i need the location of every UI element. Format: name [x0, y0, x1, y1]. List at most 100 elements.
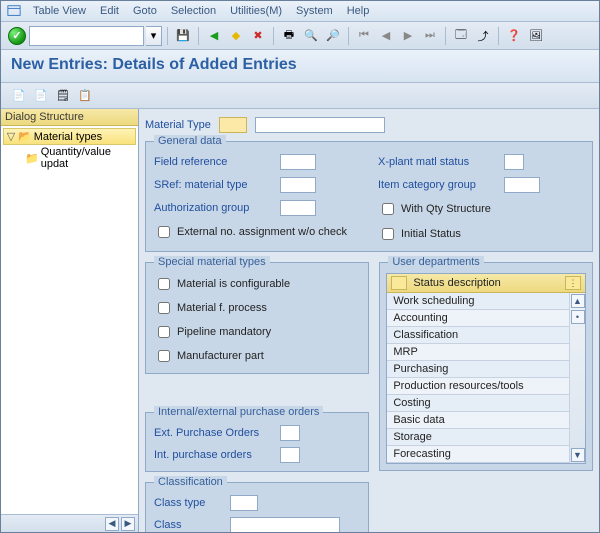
classification-group: Classification Class type Class — [145, 482, 369, 532]
command-history-dropdown[interactable]: ▾ — [146, 26, 162, 46]
material-type-desc-input[interactable] — [255, 117, 385, 133]
first-page-button[interactable]: ⏮ — [354, 26, 374, 46]
class-input[interactable] — [230, 517, 340, 532]
configurable-checkbox[interactable]: Material is configurable — [154, 275, 360, 293]
new-session-button[interactable]: 🗔 — [451, 26, 471, 46]
cancel-button[interactable]: ✖ — [248, 26, 268, 46]
cbx-label: Material f. process — [177, 302, 267, 314]
table-row[interactable]: Accounting — [387, 310, 569, 327]
menu-help[interactable]: Help — [341, 3, 376, 19]
status-description-header[interactable]: Status description — [409, 277, 504, 289]
pipeline-checkbox[interactable]: Pipeline mandatory — [154, 323, 360, 341]
print-button[interactable]: 🖶 — [279, 26, 299, 46]
table-row[interactable]: Classification — [387, 327, 569, 344]
scroll-down-button[interactable]: ▼ — [571, 448, 585, 462]
menu-goto[interactable]: Goto — [127, 3, 163, 19]
print-icon: 🖶 — [282, 29, 296, 43]
checkbox-icon[interactable] — [158, 226, 170, 238]
help-icon: ❓ — [507, 29, 521, 43]
table-row[interactable]: Forecasting — [387, 446, 569, 463]
cancel-icon: ✖ — [251, 29, 265, 43]
ext-po-input[interactable] — [280, 425, 300, 441]
check-icon — [8, 27, 26, 45]
save-button[interactable]: 💾 — [173, 26, 193, 46]
table-row[interactable]: Production resources/tools — [387, 378, 569, 395]
row-selector-header[interactable] — [391, 276, 407, 290]
tree-item-quantity-value[interactable]: Quantity/value updat — [3, 145, 136, 171]
sref-input[interactable] — [280, 177, 316, 193]
lastpage-icon: ⏭ — [423, 29, 437, 43]
field-reference-label: Field reference — [154, 156, 274, 168]
external-no-checkbox[interactable]: External no. assignment w/o check — [154, 223, 360, 241]
find-button[interactable]: 🔍 — [301, 26, 321, 46]
material-type-key-input[interactable] — [219, 117, 247, 133]
table-row[interactable]: MRP — [387, 344, 569, 361]
prev-entry-icon: 📄 — [12, 89, 26, 103]
sref-row: SRef: material type — [154, 177, 360, 193]
help-button[interactable]: ❓ — [504, 26, 524, 46]
itemcat-input[interactable] — [504, 177, 540, 193]
scroll-up-button[interactable]: ▲ — [571, 294, 585, 308]
vertical-scrollbar[interactable]: ▲ • ▼ — [569, 293, 585, 463]
itemcat-label: Item category group — [378, 179, 498, 191]
table-row[interactable]: Purchasing — [387, 361, 569, 378]
checkbox-icon[interactable] — [158, 278, 170, 290]
menu-table-view[interactable]: Table View — [27, 3, 92, 19]
special-material-types-group: Special material types Material is confi… — [145, 262, 369, 374]
two-column-area: Special material types Material is confi… — [145, 262, 593, 532]
exit-button[interactable]: ◆ — [226, 26, 246, 46]
table-row[interactable]: Basic data — [387, 412, 569, 429]
initialstatus-checkbox[interactable]: Initial Status — [378, 225, 584, 243]
checkbox-icon[interactable] — [382, 228, 394, 240]
tree-item-material-types[interactable]: ▽ Material types — [3, 128, 136, 145]
title-area: New Entries: Details of Added Entries — [1, 50, 599, 83]
next-entry-button[interactable]: 📄 — [31, 86, 51, 106]
next-page-button[interactable]: ▶ — [398, 26, 418, 46]
process-checkbox[interactable]: Material f. process — [154, 299, 360, 317]
menu-selection[interactable]: Selection — [165, 3, 222, 19]
shortcut-button[interactable]: ⤴ — [473, 26, 493, 46]
prev-page-button[interactable]: ◀ — [376, 26, 396, 46]
prev-entry-button[interactable]: 📄 — [9, 86, 29, 106]
table-row[interactable]: Work scheduling — [387, 293, 569, 310]
back-button[interactable]: ◀ — [204, 26, 224, 46]
enter-button[interactable] — [7, 26, 27, 46]
table-row[interactable]: Storage — [387, 429, 569, 446]
menu-system[interactable]: System — [290, 3, 339, 19]
group-title: Special material types — [154, 256, 270, 268]
table-body: Work scheduling Accounting Classificatio… — [387, 293, 569, 463]
main-area: Dialog Structure ▽ Material types Quanti… — [1, 109, 599, 532]
folder-icon — [25, 152, 39, 165]
expander-icon[interactable]: ▽ — [6, 130, 16, 143]
menu-utilities[interactable]: Utilities(M) — [224, 3, 288, 19]
checkbox-icon[interactable] — [158, 302, 170, 314]
prevpage-icon: ◀ — [379, 29, 393, 43]
command-field[interactable] — [29, 26, 144, 46]
table-row[interactable]: Costing — [387, 395, 569, 412]
dialog-structure-tree: ▽ Material types Quantity/value updat — [1, 126, 138, 514]
classtype-input[interactable] — [230, 495, 258, 511]
layout-button[interactable]: 🖼 — [526, 26, 546, 46]
manufacturer-checkbox[interactable]: Manufacturer part — [154, 347, 360, 365]
find-next-button[interactable]: 🔎 — [323, 26, 343, 46]
authgroup-input[interactable] — [280, 200, 316, 216]
menu-edit[interactable]: Edit — [94, 3, 125, 19]
scroll-left-button[interactable]: ◀ — [105, 517, 119, 531]
table-settings-button[interactable]: ⋮ — [565, 276, 581, 290]
standard-toolbar: ▾ 💾 ◀ ◆ ✖ 🖶 🔍 🔎 ⏮ ◀ ▶ ⏭ 🗔 ⤴ ❓ 🖼 — [1, 22, 599, 50]
int-po-input[interactable] — [280, 447, 300, 463]
checkbox-icon[interactable] — [158, 350, 170, 362]
checkbox-icon[interactable] — [158, 326, 170, 338]
table-icon: 🗒 — [56, 89, 70, 103]
xplant-input[interactable] — [504, 154, 524, 170]
copy-entry-button[interactable]: 📋 — [75, 86, 95, 106]
last-page-button[interactable]: ⏭ — [420, 26, 440, 46]
checkbox-icon[interactable] — [382, 203, 394, 215]
scroll-right-button[interactable]: ▶ — [121, 517, 135, 531]
withqty-checkbox[interactable]: With Qty Structure — [378, 200, 584, 218]
authgroup-row: Authorization group — [154, 200, 360, 216]
menu-bar: Table View Edit Goto Selection Utilities… — [1, 1, 599, 22]
field-reference-input[interactable] — [280, 154, 316, 170]
display-table-button[interactable]: 🗒 — [53, 86, 73, 106]
dialog-structure-panel: Dialog Structure ▽ Material types Quanti… — [1, 109, 139, 532]
